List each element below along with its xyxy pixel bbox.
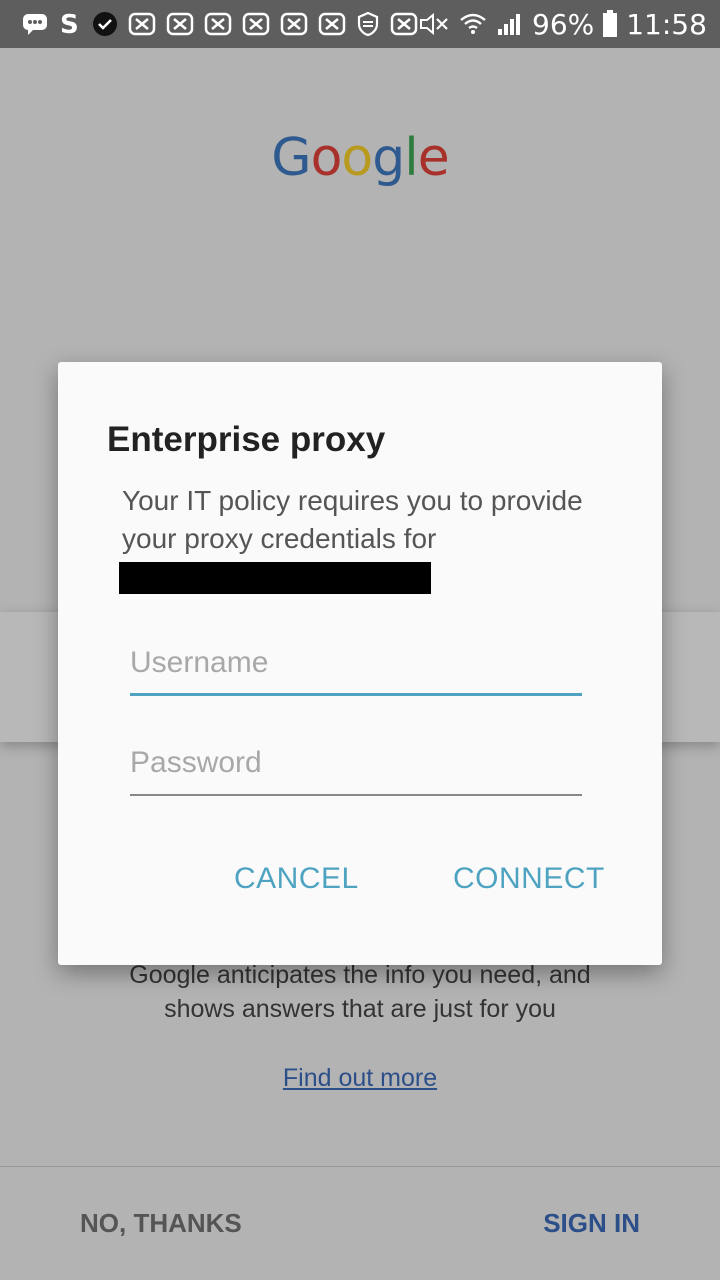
notification-icon [390,12,418,36]
bottom-action-bar: NO, THANKS SIGN IN [0,1166,720,1280]
notification-icon [242,12,270,36]
background-description: Google anticipates the info you need, an… [0,958,720,1026]
google-logo: Google [0,128,720,188]
cancel-button[interactable]: CANCEL [234,862,359,896]
notification-icon [128,12,156,36]
status-bar: S 96% 11:58 [0,0,720,48]
redacted-proxy-host [119,562,431,594]
logo-letter: l [404,128,418,188]
battery-percent: 96% [532,7,595,41]
dialog-message: Your IT policy requires you to provide y… [122,485,583,554]
find-out-more-link[interactable]: Find out more [0,1064,720,1093]
dialog-title: Enterprise proxy [107,420,386,459]
description-line: shows answers that are just for you [164,995,556,1023]
mute-icon [418,11,450,37]
signal-icon [496,11,524,37]
clock: 11:58 [626,7,707,41]
status-bar-system: 96% 11:58 [418,8,707,41]
username-field[interactable] [130,632,582,696]
notification-icon [204,12,232,36]
connect-button[interactable]: CONNECT [453,862,605,896]
logo-letter: g [372,128,405,188]
no-thanks-button[interactable]: NO, THANKS [80,1208,242,1239]
wifi-icon [458,10,488,38]
s-app-icon: S [58,10,82,38]
logo-letter: G [271,128,311,188]
logo-letter: o [341,128,373,188]
username-input[interactable] [130,632,582,693]
status-bar-notifications: S [22,10,418,38]
notification-icon [280,12,308,36]
notification-icon [166,12,194,36]
enterprise-proxy-dialog: Enterprise proxy Your IT policy requires… [58,362,662,965]
shield-icon [356,11,380,37]
logo-letter: o [310,128,343,188]
svg-text:S: S [60,10,79,38]
notification-icon [318,12,346,36]
check-circle-icon [92,11,118,37]
logo-letter: e [417,128,450,188]
message-icon [22,13,48,35]
password-input[interactable] [130,732,582,794]
password-field[interactable] [130,732,582,796]
battery-icon [602,10,618,38]
sign-in-button[interactable]: SIGN IN [543,1208,640,1239]
